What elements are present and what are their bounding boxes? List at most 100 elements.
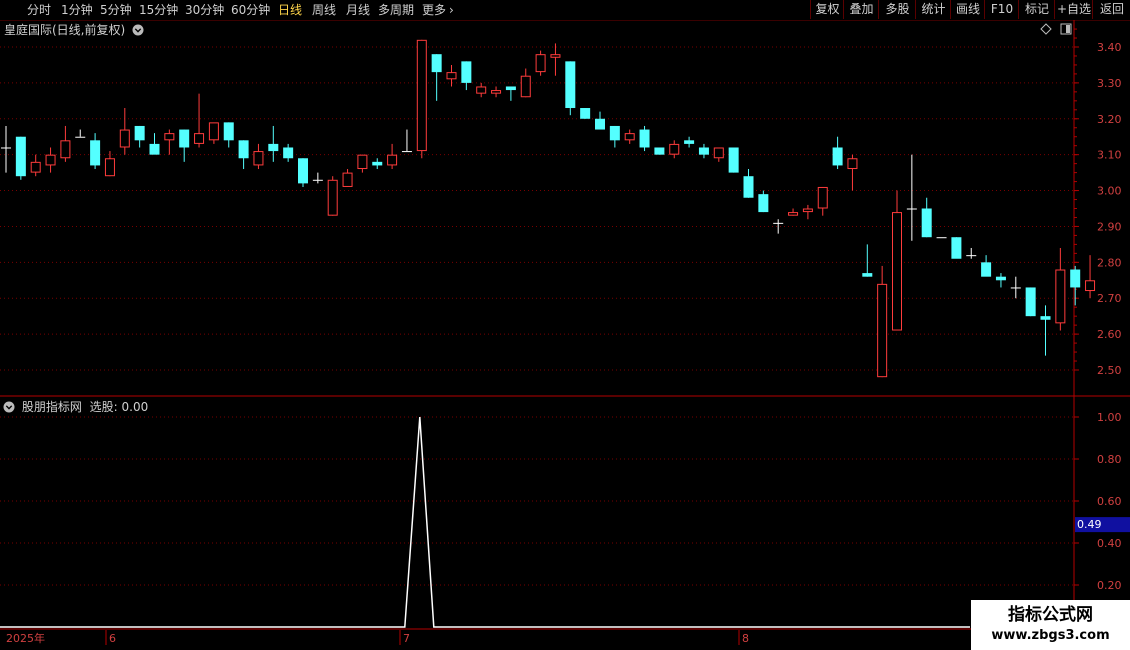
indicator-name: 股朋指标网: [21, 400, 82, 414]
toolbar-button-2[interactable]: 多股: [878, 0, 916, 19]
candle-body-up: [119, 129, 130, 148]
tab-period-9[interactable]: 多周期: [378, 1, 414, 19]
candle-body-down: [461, 61, 472, 83]
candlestick-chart[interactable]: 3.40 3.30 3.20 3.10 3.00 2.90 2.80 2.70 2.60 2.50…: [0, 0, 1130, 650]
toolbar-button-7[interactable]: +自选: [1054, 0, 1093, 19]
candle-body-down: [565, 61, 576, 109]
candle-body-up: [164, 133, 175, 141]
candle-body-down: [149, 143, 160, 155]
main-tick-label: 3.30: [1097, 77, 1122, 90]
main-tick-label: 3.40: [1097, 41, 1122, 54]
candle-body-up: [104, 158, 115, 177]
candle-body-down: [995, 276, 1006, 281]
candle-body-up: [45, 154, 56, 166]
watermark-line2: www.zbgs3.com: [991, 628, 1110, 643]
tab-period-4[interactable]: 30分钟: [185, 1, 224, 19]
candle-body-down: [1040, 316, 1051, 320]
tab-period-0[interactable]: 分时: [27, 1, 51, 19]
main-tick-label: 3.00: [1097, 185, 1122, 198]
candle-body-up: [208, 122, 219, 141]
toolbar-button-6[interactable]: 标记: [1018, 0, 1055, 19]
candle-body-up: [817, 186, 828, 209]
tab-period-10[interactable]: 更多: [422, 1, 446, 19]
toolbar-button-5[interactable]: F10: [984, 0, 1019, 19]
tab-period-2[interactable]: 5分钟: [100, 1, 132, 19]
candle-body-down: [639, 129, 650, 148]
toolbar-button-0[interactable]: 复权: [810, 0, 844, 19]
toolbar-button-8[interactable]: 返回: [1092, 0, 1130, 19]
indicator-tick-label: 0.20: [1097, 579, 1122, 592]
candle-body-down: [773, 222, 784, 224]
indicator-tick-label: 1.00: [1097, 411, 1122, 424]
panel-toggle-icon[interactable]: [1060, 23, 1072, 35]
candle-body-down: [1, 147, 11, 149]
candle-body-down: [298, 158, 308, 184]
candle-body-up: [476, 86, 487, 94]
main-tick-label: 3.10: [1097, 149, 1122, 162]
candle-body-down: [283, 147, 294, 159]
candle-body-down: [1070, 269, 1081, 288]
period-toolbar: 分时 1分钟 5分钟 15分钟 30分钟 60分钟 日线 周线 月线 多周期 更多 › 复权 叠加 多股 统计…: [0, 0, 1130, 21]
x-axis-year-label: 2025年: [6, 631, 45, 645]
candle-body-down: [936, 237, 947, 239]
candle-body-down: [223, 122, 234, 141]
tab-period-5[interactable]: 60分钟: [231, 1, 270, 19]
candle-body-down: [728, 147, 739, 173]
candle-body-down: [758, 194, 769, 213]
indicator-tick-label: 0.60: [1097, 495, 1122, 508]
diamond-icon[interactable]: [1040, 23, 1052, 35]
candle-body-up: [60, 140, 71, 159]
chart-corner-icons: [1040, 22, 1076, 36]
candle-body-up: [30, 161, 41, 173]
candle-body-up: [788, 212, 799, 216]
candle-body-down: [609, 125, 620, 141]
main-tick-label: 2.70: [1097, 292, 1122, 305]
candle-body-up: [535, 54, 546, 73]
candle-body-down: [238, 140, 249, 159]
tab-period-7[interactable]: 周线: [312, 1, 336, 19]
tab-period-8[interactable]: 月线: [346, 1, 370, 19]
tab-period-1[interactable]: 1分钟: [61, 1, 93, 19]
candle-body-down: [1010, 287, 1021, 289]
tab-period-6[interactable]: 日线: [278, 1, 302, 19]
indicator-value: 选股: 0.00: [89, 400, 149, 414]
candle-body-down: [134, 125, 145, 141]
main-tick-label: 3.20: [1097, 113, 1122, 126]
candle-body-down: [743, 176, 754, 198]
candle-body-down: [1025, 287, 1036, 317]
toolbar-button-3[interactable]: 统计: [915, 0, 951, 19]
candle-body-down: [312, 179, 323, 181]
x-axis-month-label: 6: [109, 632, 116, 645]
candle-body-up: [416, 39, 427, 152]
candle-body-down: [832, 147, 843, 166]
candle-body-up: [387, 154, 398, 166]
main-tick-label: 2.80: [1097, 256, 1122, 269]
candle-body-down: [966, 255, 977, 257]
candle-body-down: [90, 140, 101, 166]
candle-body-down: [951, 237, 962, 259]
tab-period-3[interactable]: 15分钟: [139, 1, 178, 19]
main-chart-title: 皇庭国际(日线,前复权): [4, 21, 144, 38]
cursor-value-label: 0.49: [1077, 518, 1102, 531]
indicator-series-line: [0, 416, 970, 628]
candle-body-down: [921, 208, 932, 238]
candle-body-down: [906, 208, 917, 210]
candle-body-up: [253, 151, 264, 166]
chevron-down-icon[interactable]: [132, 24, 144, 36]
candle-body-up: [802, 208, 813, 213]
indicator-title: 股朋指标网 选股: 0.00: [3, 398, 148, 415]
candle-body-up: [357, 154, 368, 170]
candle-body-up: [491, 90, 502, 94]
candle-body-down: [580, 108, 591, 119]
toolbar-button-4[interactable]: 画线: [950, 0, 985, 19]
candle-body-down: [505, 86, 516, 91]
chevron-down-icon[interactable]: [3, 401, 15, 413]
candle-body-up: [327, 179, 338, 216]
candle-body-down: [684, 140, 695, 144]
candle-body-up: [194, 133, 205, 144]
candle-body-up: [624, 133, 635, 141]
candle-body-down: [179, 129, 190, 148]
chevron-right-icon[interactable]: ›: [449, 1, 454, 19]
candle-body-down: [595, 118, 605, 130]
toolbar-button-1[interactable]: 叠加: [843, 0, 879, 19]
